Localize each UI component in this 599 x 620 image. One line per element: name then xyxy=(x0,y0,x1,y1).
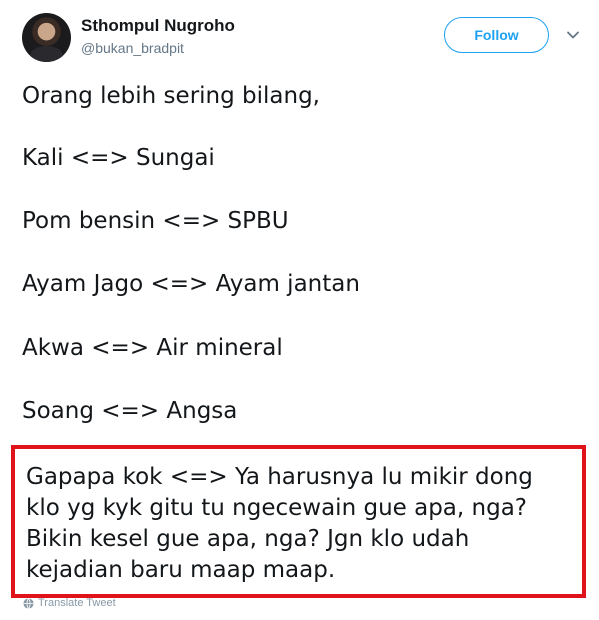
tweet-line: Akwa <=> Air mineral xyxy=(22,335,283,361)
user-display-name[interactable]: Sthompul Nugroho xyxy=(81,16,235,36)
translate-label[interactable]: Translate Tweet xyxy=(38,597,116,609)
highlighted-line: Bikin kesel gue apa, nga? Jgn klo udah xyxy=(26,526,470,552)
tweet-line: Orang lebih sering bilang, xyxy=(22,83,320,109)
user-handle[interactable]: @bukan_bradpit xyxy=(81,40,184,56)
highlighted-line: kejadian baru maap maap. xyxy=(26,557,336,583)
globe-icon xyxy=(23,597,34,609)
tweet-header: Sthompul Nugroho @bukan_bradpit Follow xyxy=(22,13,587,63)
chevron-down-icon[interactable] xyxy=(565,27,581,43)
highlighted-line: Gapapa kok <=> Ya harusnya lu mikir dong xyxy=(26,464,533,490)
translate-tweet-link[interactable]: Translate Tweet xyxy=(23,596,116,610)
highlight-box: Gapapa kok <=> Ya harusnya lu mikir dong… xyxy=(11,445,586,598)
highlighted-text: Gapapa kok <=> Ya harusnya lu mikir dong… xyxy=(26,462,586,586)
follow-button[interactable]: Follow xyxy=(444,17,549,53)
tweet-line: Ayam Jago <=> Ayam jantan xyxy=(22,271,360,297)
tweet-line: Pom bensin <=> SPBU xyxy=(22,208,289,234)
highlighted-line: klo yg kyk gitu tu ngecewain gue apa, ng… xyxy=(26,495,527,521)
tweet-line: Soang <=> Angsa xyxy=(22,398,238,424)
tweet-line: Kali <=> Sungai xyxy=(22,145,215,171)
avatar[interactable] xyxy=(22,13,71,62)
